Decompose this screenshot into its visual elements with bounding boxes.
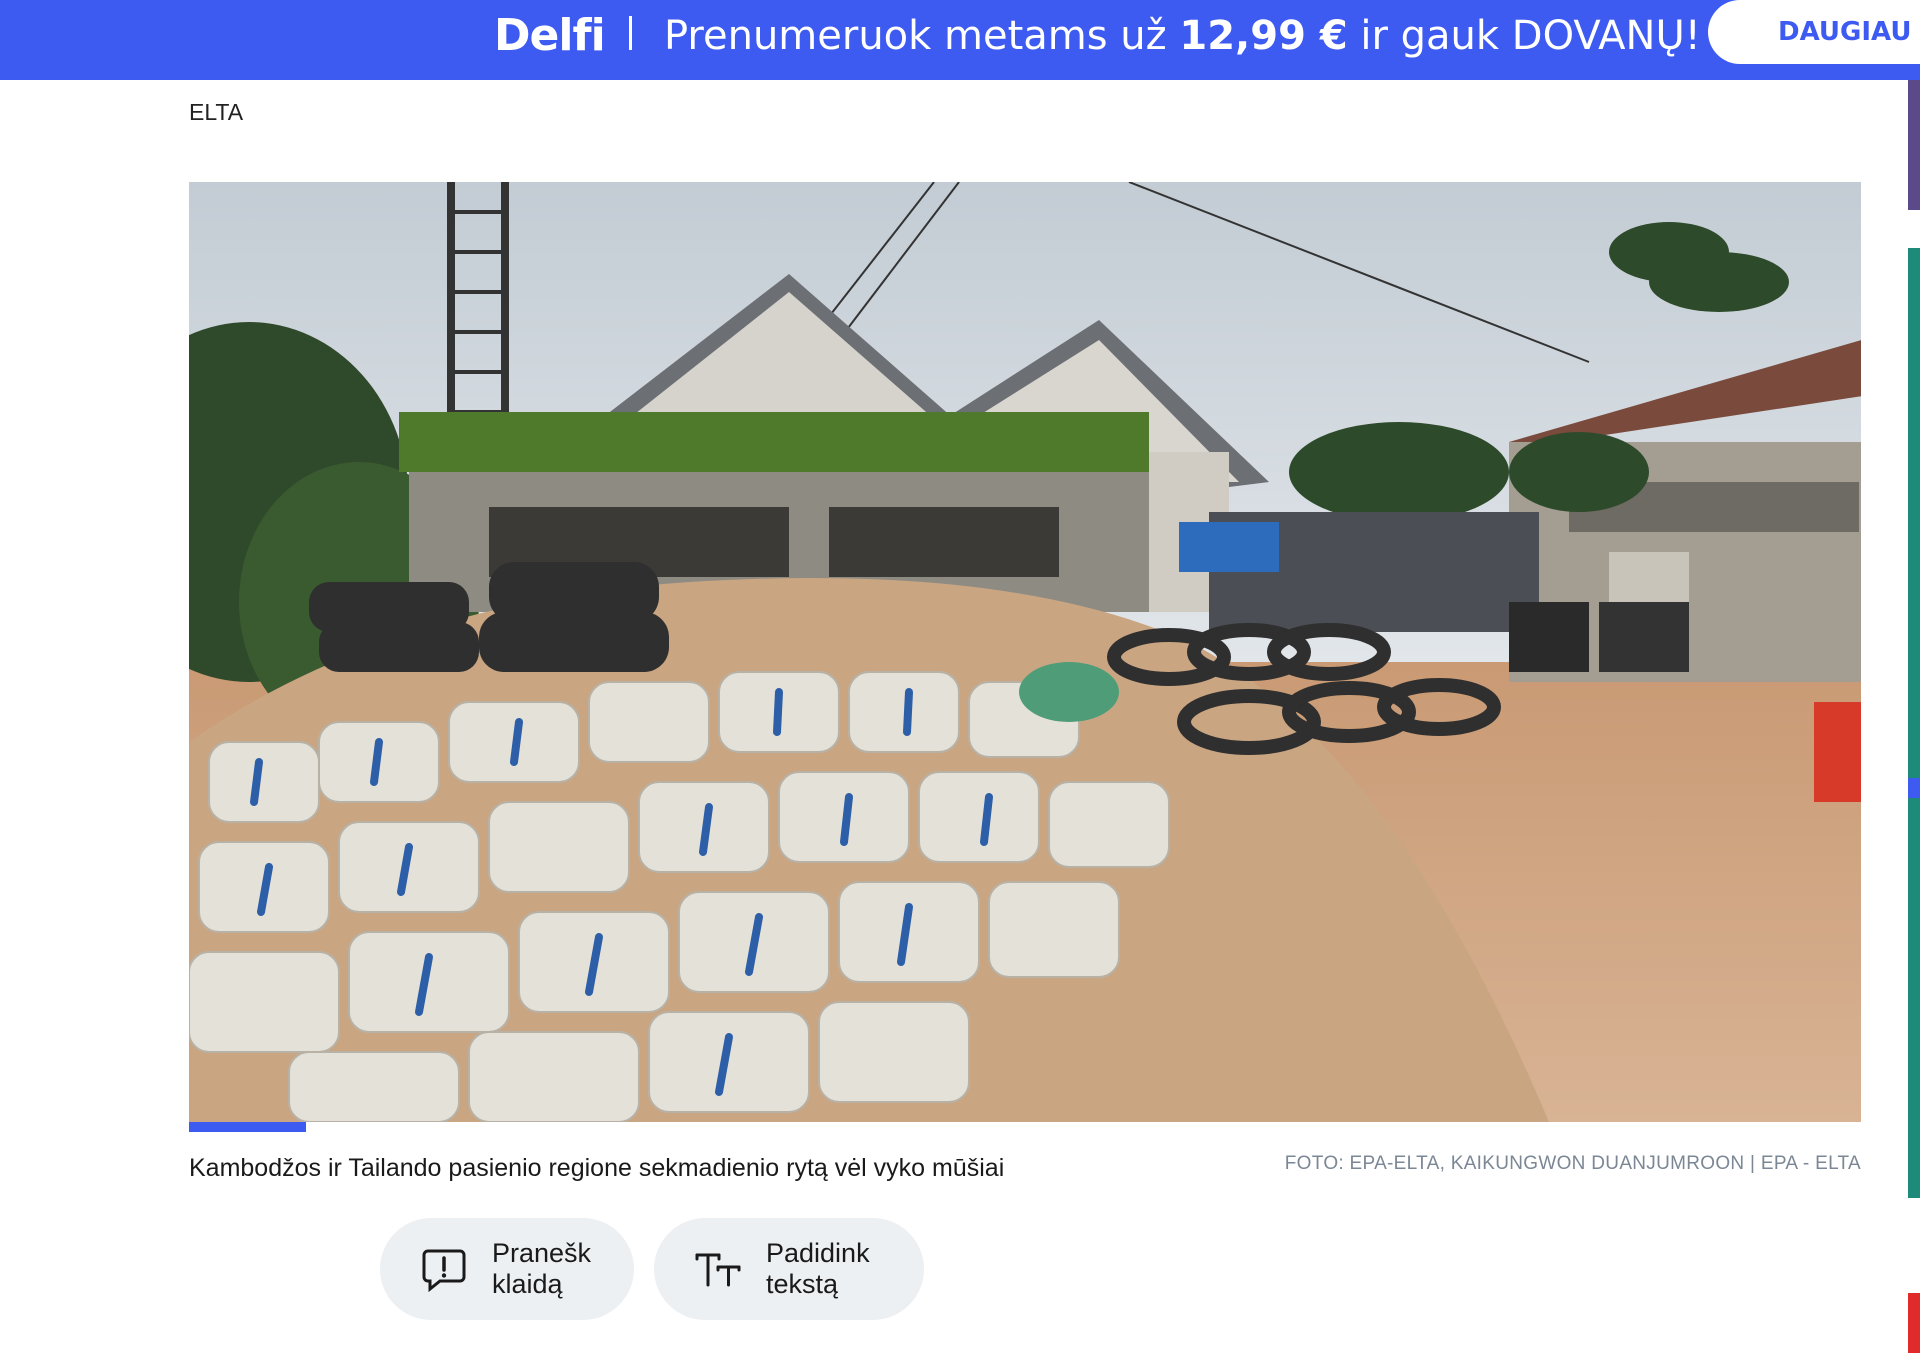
promo-headline-post: ir gauk DOVANŲ! — [1347, 13, 1701, 59]
strip-segment — [1908, 248, 1920, 778]
side-section-strip — [1908, 80, 1920, 1353]
photo-caption: Kambodžos ir Tailando pasienio regione s… — [189, 1154, 1005, 1182]
report-error-label: Pranešk klaidą — [492, 1238, 632, 1300]
report-error-line1: Pranešk — [492, 1238, 592, 1268]
promo-headline-pre: Prenumeruok metams už — [664, 13, 1180, 59]
enlarge-text-button[interactable]: Padidink tekstą — [654, 1218, 924, 1320]
text-size-icon — [695, 1253, 741, 1287]
promo-banner[interactable]: Delfi Prenumeruok metams už 12,99 € ir g… — [0, 0, 1920, 80]
enlarge-text-line2: tekstą — [766, 1269, 839, 1299]
strip-segment — [1908, 1293, 1920, 1353]
promo-headline[interactable]: Prenumeruok metams už 12,99 € ir gauk DO… — [664, 6, 1701, 66]
article-source: ELTA — [189, 99, 244, 125]
sandbag-bunker-illustration — [189, 182, 1861, 1122]
strip-segment — [1908, 80, 1920, 210]
report-icon — [422, 1249, 466, 1293]
report-error-line2: klaidą — [492, 1269, 563, 1299]
banner-divider — [629, 16, 632, 50]
promo-price: 12,99 € — [1179, 13, 1348, 59]
brand-logo[interactable]: Delfi — [494, 6, 606, 66]
photo-credit: FOTO: EPA-ELTA, KAIKUNGWON DUANJUMROON |… — [1284, 1153, 1861, 1174]
strip-segment — [1908, 798, 1920, 1198]
article-photo[interactable] — [189, 182, 1861, 1122]
enlarge-text-label: Padidink tekstą — [766, 1238, 906, 1300]
gallery-progress-bar — [189, 1122, 306, 1132]
more-button[interactable]: DAUGIAU — [1708, 0, 1920, 64]
report-error-button[interactable]: Pranešk klaidą — [380, 1218, 634, 1320]
strip-segment — [1908, 778, 1920, 798]
enlarge-text-line1: Padidink — [766, 1238, 870, 1268]
